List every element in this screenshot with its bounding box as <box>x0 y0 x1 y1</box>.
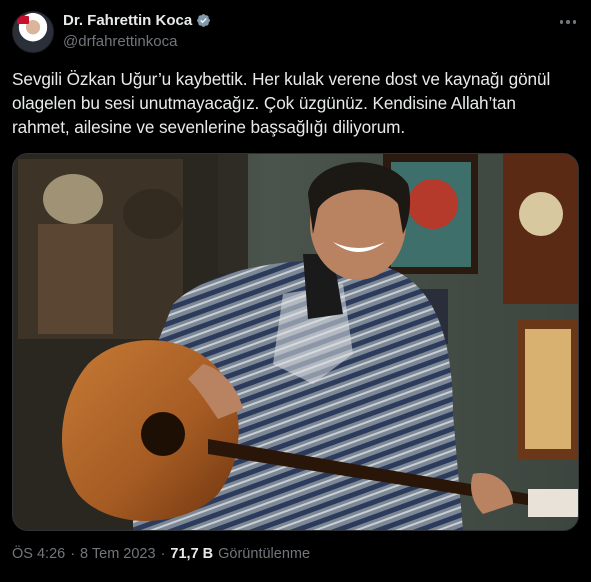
tweet-text-line: olagelen bu sesi unutmayacağız. Çok üzgü… <box>12 93 516 113</box>
author-avatar[interactable] <box>12 11 54 53</box>
author-name-row: Dr. Fahrettin Koca <box>63 12 211 29</box>
author-display-name[interactable]: Dr. Fahrettin Koca <box>63 12 192 29</box>
flag-icon <box>17 16 29 24</box>
author-handle[interactable]: @drfahrettinkoca <box>63 33 177 50</box>
more-options-button[interactable] <box>556 12 580 32</box>
tweet-text: Sevgili Özkan Uğur’u kaybettik. Her kula… <box>12 67 582 139</box>
more-horizontal-icon <box>559 20 564 24</box>
tweet-date[interactable]: 8 Tem 2023 <box>80 546 156 562</box>
tweet-photo[interactable] <box>12 153 579 531</box>
tweet-text-line: rahmet, ailesine ve sevenlerine başsağlı… <box>12 117 406 137</box>
tweet-text-line: Sevgili Özkan Uğur’u kaybettik. Her kula… <box>12 69 551 89</box>
meta-separator: · <box>160 546 166 562</box>
verified-badge-icon <box>197 14 211 27</box>
photo-illustration <box>13 154 578 530</box>
tweet-time[interactable]: ÖS 4:26 <box>12 546 65 562</box>
more-dot <box>566 20 570 24</box>
tweet-meta: ÖS 4:26 · 8 Tem 2023 · 71,7 B Görüntülen… <box>12 546 310 562</box>
meta-separator: · <box>70 546 76 562</box>
views-label: Görüntülenme <box>218 546 311 562</box>
views-count[interactable]: 71,7 B <box>170 546 213 562</box>
more-dot <box>572 20 577 24</box>
